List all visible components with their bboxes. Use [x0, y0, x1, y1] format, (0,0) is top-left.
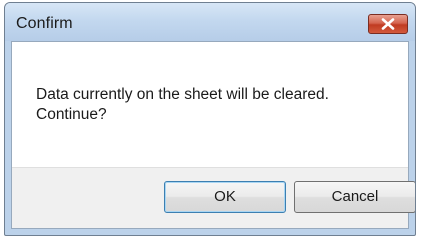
dialog-title: Confirm — [16, 15, 73, 32]
ok-button[interactable]: OK — [164, 181, 286, 213]
close-button[interactable] — [368, 14, 408, 34]
button-bar: OK Cancel — [12, 167, 415, 228]
confirm-message: Data currently on the sheet will be clea… — [36, 85, 396, 125]
message-line-2: Continue? — [36, 106, 107, 123]
cancel-button[interactable]: Cancel — [294, 181, 415, 213]
close-icon — [369, 15, 407, 33]
confirm-dialog: Confirm Data currently on the sheet will… — [4, 2, 416, 236]
title-bar[interactable]: Confirm — [5, 3, 415, 41]
dialog-body: Data currently on the sheet will be clea… — [11, 41, 415, 229]
message-line-1: Data currently on the sheet will be clea… — [36, 86, 329, 103]
